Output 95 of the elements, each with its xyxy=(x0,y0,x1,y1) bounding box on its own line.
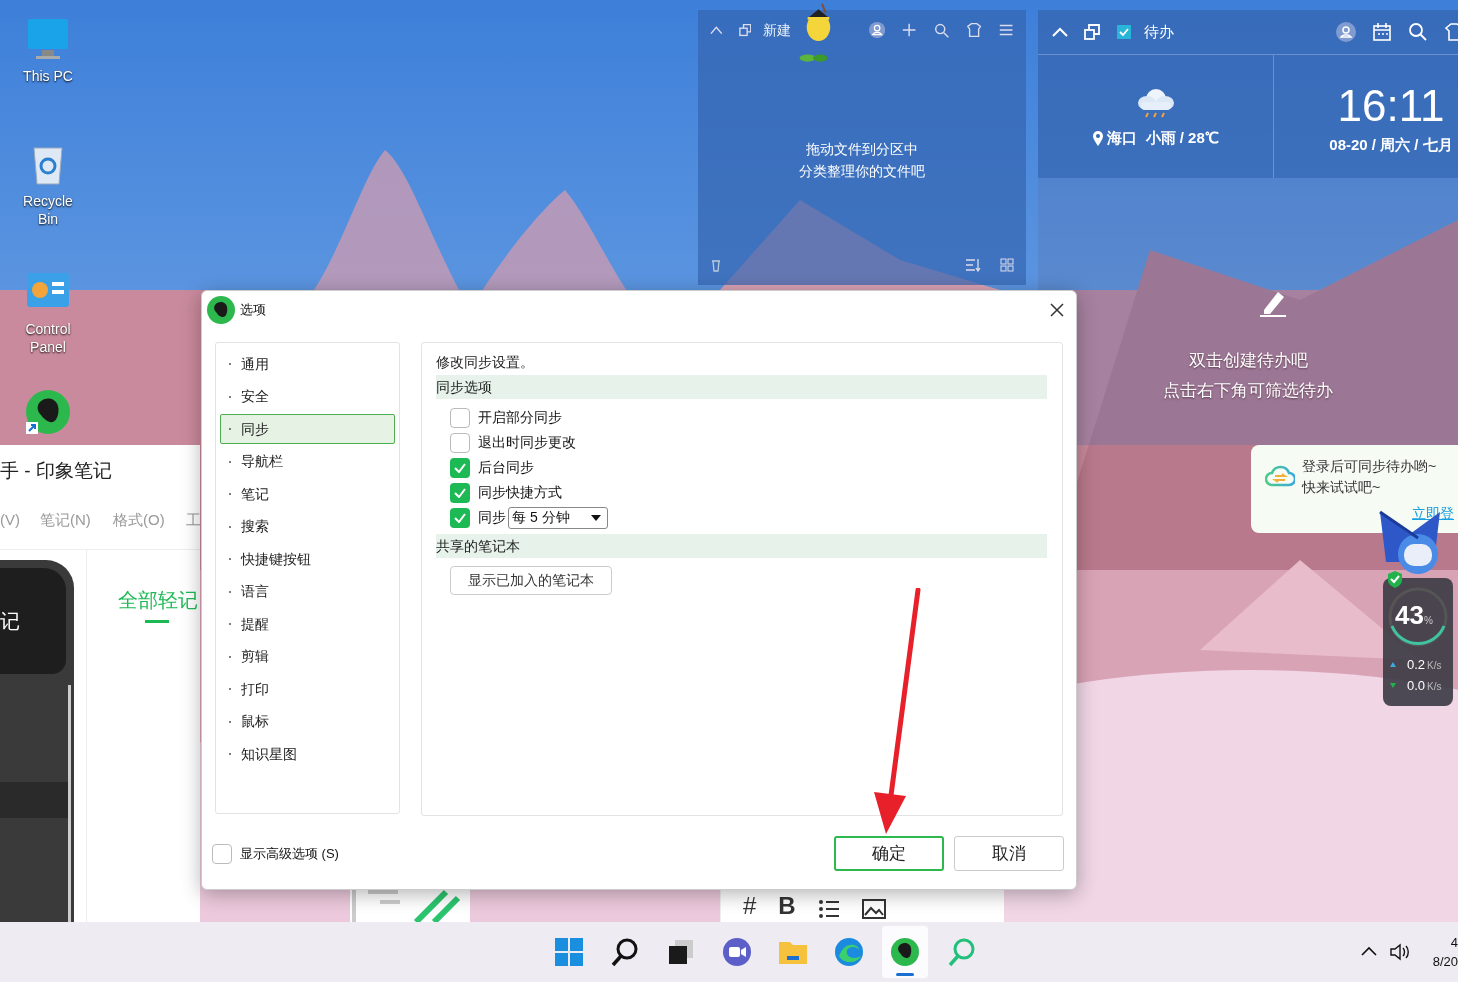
collapse-icon[interactable] xyxy=(710,25,723,35)
taskbar-clock[interactable]: 8/20 xyxy=(1432,952,1458,971)
panel-heading: 修改同步设置。 xyxy=(436,353,535,372)
search-icon[interactable] xyxy=(933,21,950,39)
close-icon[interactable] xyxy=(1050,303,1064,317)
caret-icon xyxy=(591,514,601,521)
popup-text: 快来试试吧~ xyxy=(1302,478,1382,497)
account-icon[interactable] xyxy=(1336,22,1356,42)
nav-item[interactable]: 语言 xyxy=(220,576,395,607)
start-icon xyxy=(553,936,585,968)
grid-icon[interactable] xyxy=(1000,258,1014,272)
checkbox-label: 退出时同步更改 xyxy=(478,433,576,452)
checkbox-label: 开启部分同步 xyxy=(478,408,562,427)
clock-time: 16:11 xyxy=(1337,82,1445,130)
cancel-button[interactable]: 取消 xyxy=(954,836,1064,871)
upload-arrow-icon xyxy=(1389,661,1397,669)
nav-item[interactable]: 知识星图 xyxy=(220,739,395,769)
window-title: 手 - 印象笔记 xyxy=(0,459,112,483)
image-icon[interactable] xyxy=(861,898,886,920)
ok-button[interactable]: 确定 xyxy=(834,836,944,871)
nav-item[interactable]: 剪辑 xyxy=(220,641,395,672)
sort-icon[interactable] xyxy=(965,258,981,272)
format-button[interactable]: # xyxy=(743,892,757,920)
trash-icon[interactable] xyxy=(710,258,722,272)
video-chat-icon xyxy=(721,936,753,968)
shirt-icon[interactable] xyxy=(965,21,982,39)
checkbox[interactable] xyxy=(450,457,470,478)
calendar-icon[interactable] xyxy=(1372,22,1392,42)
todo-icon xyxy=(1116,24,1132,40)
tab-underline xyxy=(145,620,169,623)
nav-item[interactable]: 安全 xyxy=(220,381,395,412)
elephant-app-icon[interactable] xyxy=(24,388,72,436)
cpu-percent: 43 xyxy=(1395,600,1424,630)
checkbox[interactable] xyxy=(450,482,470,503)
location-pin-icon xyxy=(1092,131,1105,146)
nav-item[interactable]: 打印 xyxy=(220,674,395,704)
hint-text: 点击右下角可筛选待办 xyxy=(1163,380,1333,402)
nav-item[interactable]: 快捷键按钮 xyxy=(220,544,395,574)
elephant-logo-icon xyxy=(206,295,236,325)
cloud-sync-icon xyxy=(1265,463,1295,487)
checkbox-label: 同步 xyxy=(478,508,506,527)
elephant-app-icon xyxy=(889,936,921,968)
percent-unit: % xyxy=(1423,615,1433,628)
icon-label[interactable]: This PC xyxy=(13,67,83,85)
show-joined-notebooks-button[interactable]: 显示已加入的笔记本 xyxy=(450,566,612,595)
download-arrow-icon xyxy=(1389,682,1397,690)
shield-check-icon xyxy=(1387,570,1403,588)
browser-icon xyxy=(833,936,865,968)
window-icon[interactable] xyxy=(1084,24,1100,40)
section-header: 共享的笔记本 xyxy=(436,534,1047,558)
account-icon[interactable] xyxy=(868,21,886,39)
taskbar-clock[interactable]: 4 xyxy=(1450,933,1458,952)
check-icon xyxy=(454,512,466,523)
nav-item[interactable]: 同步 xyxy=(220,414,395,444)
hint-text: 分类整理你的文件吧 xyxy=(799,162,925,181)
chevron-up-icon[interactable] xyxy=(1361,946,1377,956)
hint-text: 双击创建待办吧 xyxy=(1188,350,1308,372)
interval-dropdown[interactable]: 每 5 分钟 xyxy=(508,506,608,529)
speed-unit: K/s xyxy=(1427,680,1442,694)
checkbox-label: 同步快捷方式 xyxy=(478,483,562,502)
check-icon xyxy=(454,462,466,473)
checkbox-label: 后台同步 xyxy=(478,458,534,477)
shirt-icon[interactable] xyxy=(1444,22,1458,42)
volume-icon[interactable] xyxy=(1389,943,1411,961)
nav-item[interactable]: 提醒 xyxy=(220,609,395,639)
window-icon[interactable] xyxy=(738,23,752,37)
speed-value: 0.2 xyxy=(1407,656,1426,674)
checkbox[interactable] xyxy=(212,843,232,864)
check-icon xyxy=(454,487,466,498)
widget-title: 新建 xyxy=(763,20,792,40)
weather-text: 海口 小雨 / 28℃ xyxy=(1107,128,1219,149)
speed-unit: K/s xyxy=(1427,659,1442,673)
nav-item[interactable]: 鼠标 xyxy=(220,706,395,737)
add-icon[interactable] xyxy=(901,21,918,39)
format-button[interactable]: B xyxy=(778,892,796,920)
popup-text: 登录后可同步待办哟~ xyxy=(1302,457,1437,476)
list-icon[interactable] xyxy=(817,898,840,920)
hint-text: 拖动文件到分区中 xyxy=(806,140,918,159)
dialog-title: 选项 xyxy=(240,301,266,320)
nav-item[interactable]: 通用 xyxy=(220,349,395,379)
search-icon[interactable] xyxy=(1408,22,1428,42)
checkbox-label: 显示高级选项 (S) xyxy=(240,844,339,863)
taskbar-button[interactable] xyxy=(882,926,928,978)
speed-value: 0.0 xyxy=(1407,677,1426,695)
gauge-ring-icon xyxy=(1387,586,1449,648)
checkbox[interactable] xyxy=(450,432,470,453)
nav-item[interactable]: 搜索 xyxy=(220,511,395,542)
clock-date: 08-20 / 周六 / 七月 xyxy=(1329,135,1453,155)
section-header: 同步选项 xyxy=(436,375,1047,399)
nav-item[interactable]: 笔记 xyxy=(220,479,395,509)
nav-item[interactable]: 导航栏 xyxy=(220,446,395,477)
widget-title: 待办 xyxy=(1144,21,1174,42)
checkbox[interactable] xyxy=(450,507,470,528)
checkbox[interactable] xyxy=(450,407,470,428)
sidebar-item[interactable]: 记 xyxy=(0,568,66,674)
